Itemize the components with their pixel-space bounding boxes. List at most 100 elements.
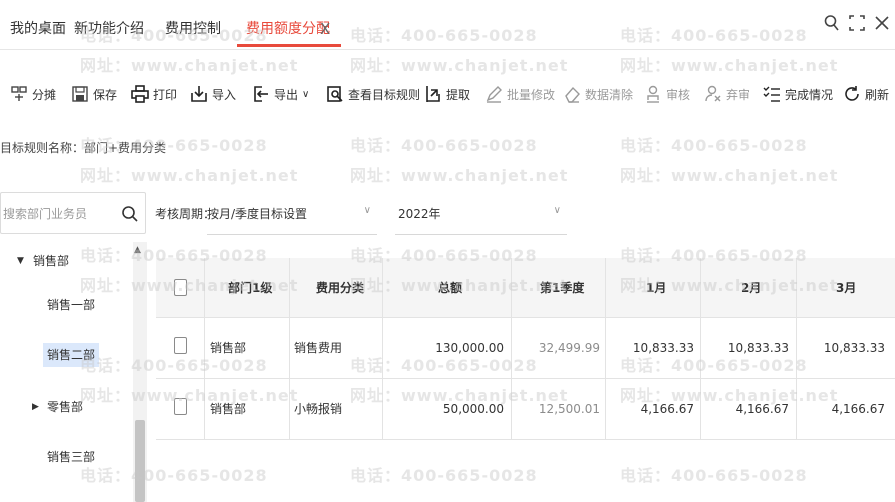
caret-down-icon[interactable]: ▼ — [17, 256, 24, 266]
print-icon — [131, 85, 149, 103]
save-label: 保存 — [93, 87, 118, 102]
export-label: 导出 — [274, 87, 299, 102]
period-select[interactable]: 按月/季度目标设置 ∨ — [207, 195, 377, 235]
cell-feb[interactable]: 4,166.67 — [700, 379, 789, 439]
tree-node-sales-2[interactable]: 销售二部 — [43, 343, 100, 367]
cell-total[interactable]: 130,000.00 — [382, 318, 504, 378]
watermark-phone: 电话：400-665-0028 — [350, 136, 538, 155]
tree-node-sales-1[interactable]: 销售一部 — [47, 293, 95, 317]
chevron-down-icon: ∨ — [302, 88, 310, 100]
audit-label: 审核 — [666, 87, 691, 102]
watermark-site: 网址：www.chanjet.net — [620, 166, 839, 185]
cell-jan[interactable]: 4,166.67 — [605, 379, 694, 439]
table-row[interactable]: 销售部 小畅报销 50,000.00 12,500.01 4,166.67 4,… — [156, 379, 895, 440]
tree-node-sales-3[interactable]: 销售三部 — [47, 445, 95, 469]
print-button[interactable]: 打印 — [131, 74, 177, 114]
period-select-value: 按月/季度目标设置 — [207, 207, 308, 221]
edit-icon — [485, 85, 503, 103]
watermark-site: 网址：www.chanjet.net — [80, 56, 299, 75]
completion-button[interactable]: 完成情况 — [763, 74, 833, 114]
column-header-mar[interactable]: 3月 — [836, 258, 856, 318]
audit-button[interactable]: 审核 — [644, 74, 690, 114]
tab-expense-control[interactable]: 费用控制 — [165, 0, 221, 50]
tree-scrollbar-thumb[interactable] — [135, 420, 145, 502]
extract-button[interactable]: 提取 — [424, 74, 470, 114]
year-select[interactable]: 2022年 ∨ — [395, 195, 567, 235]
column-header-dept[interactable]: 部门1级 — [228, 258, 272, 318]
scroll-up-icon[interactable]: ▲ — [134, 245, 141, 255]
split-button[interactable]: 分摊 — [10, 74, 56, 114]
tree-node-retail-dept[interactable]: 零售部 — [47, 395, 83, 419]
data-clear-button[interactable]: 数据清除 — [563, 74, 633, 114]
cell-q1[interactable]: 12,500.01 — [511, 379, 600, 439]
import-icon — [190, 85, 208, 103]
batch-edit-label: 批量修改 — [507, 87, 556, 102]
watermark-site: 网址：www.chanjet.net — [80, 166, 299, 185]
grid-header: 部门1级 费用分类 总额 第1季度 1月 2月 3月 — [156, 258, 895, 318]
cell-category[interactable]: 销售费用 — [294, 318, 342, 378]
fullscreen-icon[interactable] — [848, 14, 866, 36]
refresh-label: 刷新 — [865, 87, 890, 102]
row-checkbox[interactable] — [174, 398, 187, 415]
export-button[interactable]: 导出 ∨ — [252, 74, 309, 114]
eraser-icon — [563, 85, 581, 103]
split-label: 分摊 — [32, 87, 57, 102]
completion-label: 完成情况 — [785, 87, 834, 102]
chevron-down-icon: ∨ — [363, 205, 371, 216]
tree-node-sales-dept[interactable]: 销售部 — [33, 249, 69, 273]
target-rule-name: 目标规则名称：部门+费用分类 — [0, 141, 167, 155]
cell-q1[interactable]: 32,499.99 — [511, 318, 600, 378]
view-rule-button[interactable]: 查看目标规则 — [326, 74, 420, 114]
column-header-feb[interactable]: 2月 — [741, 258, 761, 318]
view-rule-icon — [326, 85, 344, 103]
column-header-jan[interactable]: 1月 — [646, 258, 666, 318]
column-header-q1[interactable]: 第1季度 — [540, 258, 584, 318]
import-label: 导入 — [212, 87, 237, 102]
search-icon[interactable] — [823, 14, 841, 36]
split-icon — [10, 85, 28, 103]
unaudit-label: 弃审 — [726, 87, 751, 102]
row-checkbox[interactable] — [174, 337, 187, 354]
cell-jan[interactable]: 10,833.33 — [605, 318, 694, 378]
print-label: 打印 — [153, 87, 178, 102]
caret-right-icon[interactable]: ▶ — [32, 402, 39, 412]
import-button[interactable]: 导入 — [190, 74, 236, 114]
period-label: 考核周期： — [155, 207, 216, 221]
unaudit-button[interactable]: 弃审 — [704, 74, 750, 114]
column-header-category[interactable]: 费用分类 — [316, 258, 364, 318]
batch-edit-button[interactable]: 批量修改 — [485, 74, 555, 114]
tab-new-features[interactable]: 新功能介绍 — [74, 0, 144, 50]
view-rule-label: 查看目标规则 — [348, 87, 421, 102]
tab-bar: 我的桌面 新功能介绍 费用控制 费用额度分配 X — [0, 0, 895, 50]
unaudit-icon — [704, 85, 722, 103]
select-all-checkbox[interactable] — [174, 279, 187, 296]
refresh-button[interactable]: 刷新 — [843, 74, 889, 114]
cell-total[interactable]: 50,000.00 — [382, 379, 504, 439]
tab-expense-quota[interactable]: 费用额度分配 — [246, 0, 330, 50]
table-row[interactable]: 销售部 销售费用 130,000.00 32,499.99 10,833.33 … — [156, 318, 895, 379]
cell-dept[interactable]: 销售部 — [210, 379, 246, 439]
search-box — [0, 192, 146, 234]
cell-dept[interactable]: 销售部 — [210, 318, 246, 378]
refresh-icon — [843, 85, 861, 103]
close-icon[interactable] — [873, 14, 891, 36]
cell-mar[interactable]: 4,166.67 — [796, 379, 885, 439]
column-header-total[interactable]: 总额 — [438, 258, 462, 318]
cell-category[interactable]: 小畅报销 — [294, 379, 342, 439]
save-icon — [71, 85, 89, 103]
watermark-site: 网址：www.chanjet.net — [350, 56, 569, 75]
search-input[interactable] — [3, 203, 121, 225]
quota-grid: 部门1级 费用分类 总额 第1季度 1月 2月 3月 销售部 销售费用 130,… — [156, 258, 895, 502]
save-button[interactable]: 保存 — [71, 74, 117, 114]
cell-mar[interactable]: 10,833.33 — [796, 318, 885, 378]
search-icon[interactable] — [121, 205, 139, 223]
toolbar: 分摊 保存 打印 导入 导出 ∨ 查看目标规则 提取 批量修改 数据清除 审核 … — [0, 74, 895, 114]
export-icon — [252, 85, 270, 103]
cell-feb[interactable]: 10,833.33 — [700, 318, 789, 378]
data-clear-label: 数据清除 — [585, 87, 634, 102]
tab-close-button[interactable]: X — [320, 0, 330, 50]
active-tab-indicator — [237, 44, 341, 47]
audit-icon — [644, 85, 662, 103]
year-select-value: 2022年 — [398, 207, 441, 221]
tab-my-desktop[interactable]: 我的桌面 — [10, 0, 66, 50]
